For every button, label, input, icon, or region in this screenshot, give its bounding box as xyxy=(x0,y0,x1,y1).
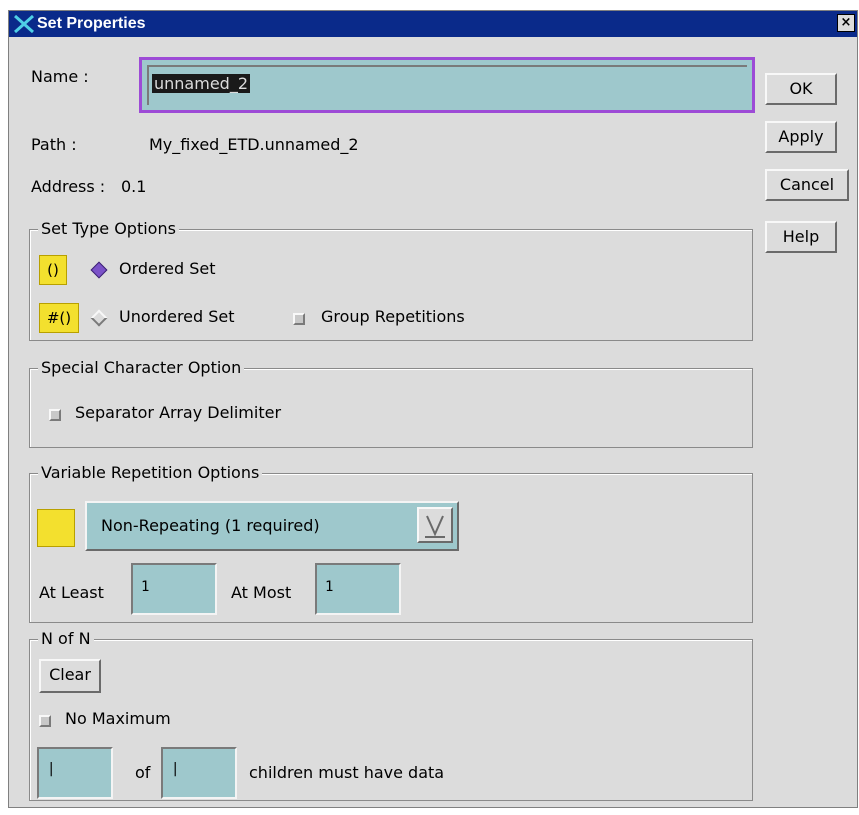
chevron-down-icon xyxy=(425,515,445,538)
address-value: 0.1 xyxy=(121,177,147,196)
children-must-have-data-label: children must have data xyxy=(249,763,445,782)
text-cursor-icon: | xyxy=(171,761,180,777)
path-value: My_fixed_ETD.unnamed_2 xyxy=(149,135,359,154)
at-most-label: At Most xyxy=(231,583,292,602)
at-most-value: 1 xyxy=(325,579,334,595)
cancel-button[interactable]: Cancel xyxy=(765,169,849,201)
repetition-type-dropdown[interactable]: Non-Repeating (1 required) xyxy=(85,501,459,551)
group-repetitions-checkbox[interactable] xyxy=(293,313,305,325)
special-character-option-title: Special Character Option xyxy=(38,358,245,377)
name-input-value: unnamed_2 xyxy=(152,74,250,93)
clear-button[interactable]: Clear xyxy=(39,659,101,693)
name-input[interactable]: unnamed_2 xyxy=(139,57,755,113)
window-title: Set Properties xyxy=(37,15,146,32)
unordered-set-badge: #() xyxy=(39,303,79,333)
path-label: Path : xyxy=(31,135,77,154)
set-properties-dialog: Set Properties × Name : unnamed_2 Path :… xyxy=(8,10,858,808)
text-cursor-icon: | xyxy=(47,761,56,777)
set-type-options-title: Set Type Options xyxy=(38,219,179,238)
no-maximum-checkbox[interactable] xyxy=(39,715,51,727)
unordered-set-label[interactable]: Unordered Set xyxy=(119,307,235,326)
ordered-set-label[interactable]: Ordered Set xyxy=(119,259,215,278)
title-bar[interactable]: Set Properties × xyxy=(9,11,857,37)
help-button[interactable]: Help xyxy=(765,221,837,253)
at-least-input[interactable]: 1 xyxy=(131,563,217,615)
no-maximum-label[interactable]: No Maximum xyxy=(65,709,171,728)
at-most-input[interactable]: 1 xyxy=(315,563,401,615)
app-logo-icon xyxy=(14,14,34,34)
name-label: Name : xyxy=(31,67,89,86)
variable-repetition-options-title: Variable Repetition Options xyxy=(38,463,263,482)
repetition-indicator-badge xyxy=(37,509,75,547)
group-repetitions-label[interactable]: Group Repetitions xyxy=(321,307,465,326)
repetition-type-selected: Non-Repeating (1 required) xyxy=(101,516,320,535)
at-least-value: 1 xyxy=(141,579,150,595)
address-label: Address : xyxy=(31,177,106,196)
of-label: of xyxy=(135,763,151,782)
apply-button[interactable]: Apply xyxy=(765,121,837,153)
separator-array-delimiter-checkbox[interactable] xyxy=(49,409,61,421)
close-button[interactable]: × xyxy=(837,14,855,32)
n-min-children-input[interactable]: | xyxy=(37,747,113,799)
dropdown-arrow-button[interactable] xyxy=(417,507,453,543)
ok-button[interactable]: OK xyxy=(765,73,837,105)
at-least-label: At Least xyxy=(39,583,104,602)
ordered-set-badge: () xyxy=(39,255,67,285)
separator-array-delimiter-label[interactable]: Separator Array Delimiter xyxy=(75,403,281,422)
n-of-n-title: N of N xyxy=(38,629,94,648)
n-total-children-input[interactable]: | xyxy=(161,747,237,799)
